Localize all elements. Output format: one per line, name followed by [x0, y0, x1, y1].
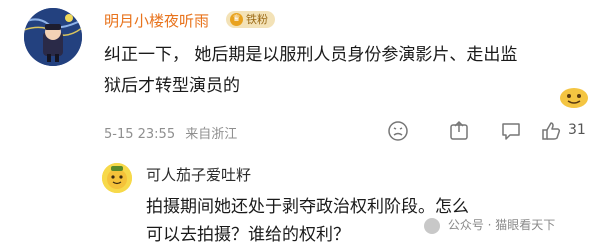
comment-text: 纠正一下， 她后期是以服刑人员身份参演影片、走出监狱后才转型演员的	[104, 45, 518, 96]
comment-username[interactable]: 明月小楼夜听雨	[104, 10, 209, 31]
badge-label: 铁粉	[246, 13, 268, 26]
fan-badge: ♛ 铁粉	[226, 11, 275, 28]
comment-time: 5-15 23:55	[104, 127, 176, 142]
comment-icon[interactable]	[500, 120, 522, 142]
share-icon[interactable]	[448, 120, 470, 142]
like-count: 31	[568, 122, 586, 138]
crown-icon: ♛	[230, 13, 243, 26]
wechat-icon	[424, 217, 440, 234]
user-avatar[interactable]	[24, 8, 82, 66]
watermark: 公众号 · 猫眼看天下	[424, 216, 555, 234]
dislike-icon[interactable]	[387, 120, 409, 142]
reply-avatar[interactable]	[102, 163, 132, 193]
sticker-icon	[556, 84, 592, 110]
comment-location: 来自浙江	[185, 127, 238, 142]
comment-meta: 5-15 23:55 来自浙江	[104, 123, 243, 142]
reply-username[interactable]: 可人茄子爱吐籽	[146, 164, 251, 185]
watermark-text: 公众号 · 猫眼看天下	[447, 218, 556, 232]
like-icon[interactable]	[540, 120, 562, 142]
